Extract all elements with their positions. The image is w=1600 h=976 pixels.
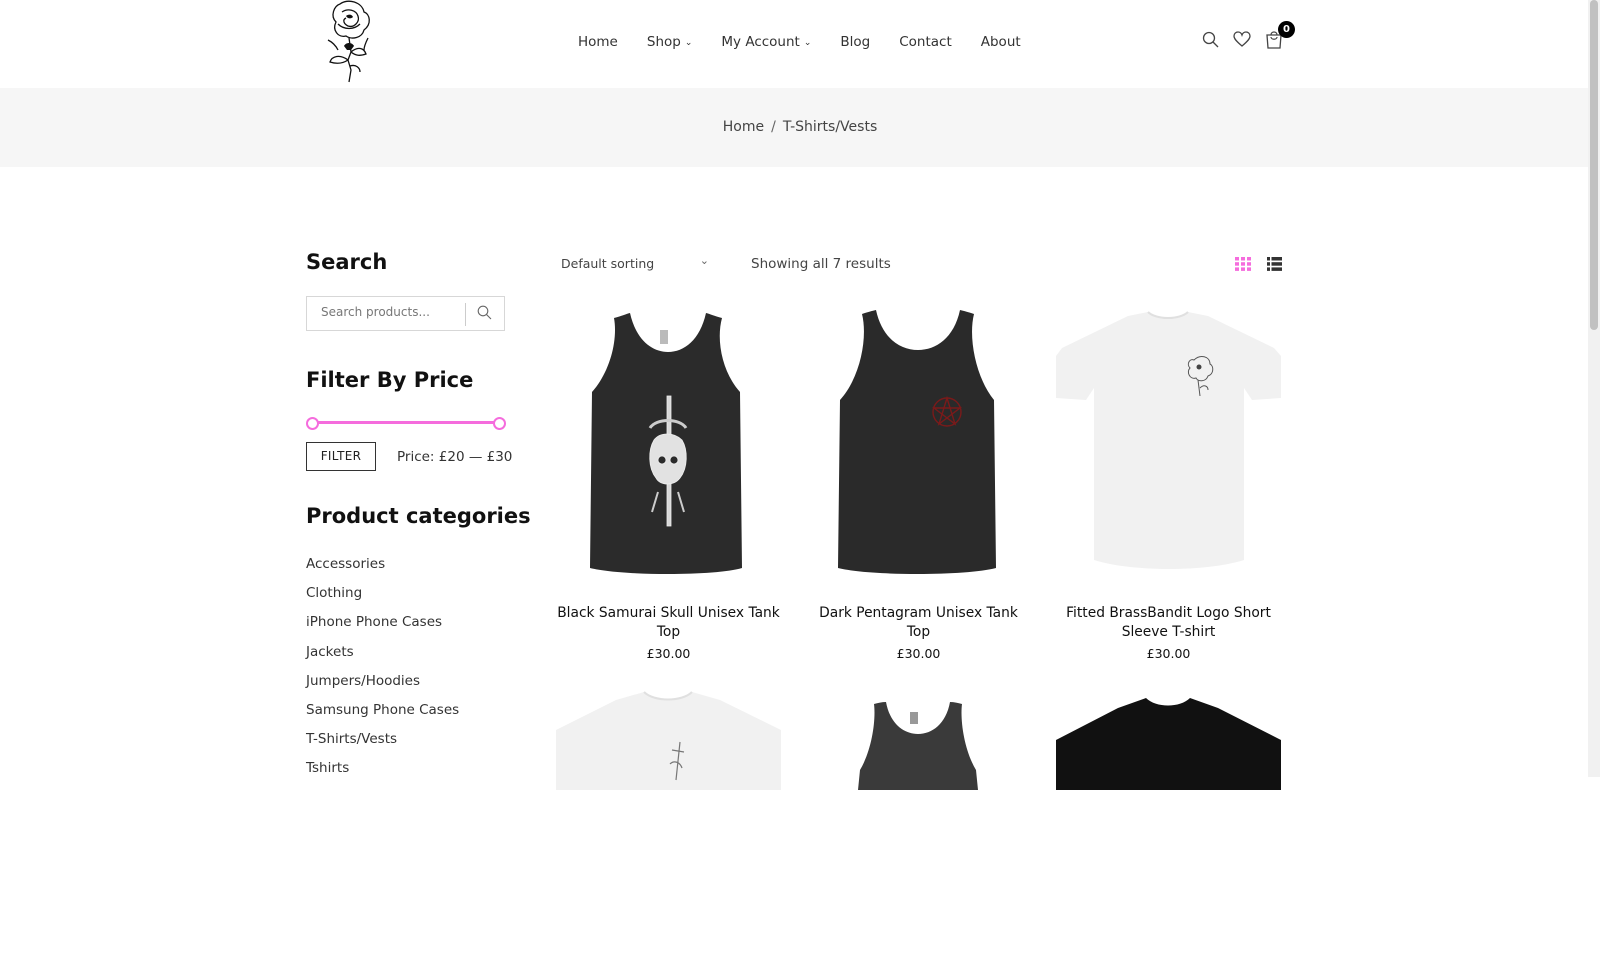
search-widget-title: Search — [306, 250, 388, 274]
product-image[interactable] — [556, 690, 781, 972]
category-link[interactable]: Accessories — [306, 556, 459, 585]
nav-about[interactable]: About — [981, 34, 1021, 50]
nav-blog-label: Blog — [840, 34, 871, 50]
nav-contact-label: Contact — [899, 34, 952, 50]
category-link[interactable]: iPhone Phone Cases — [306, 614, 459, 643]
breadcrumb-band: Home / T-Shirts/Vests — [0, 88, 1600, 167]
main-nav: Home Shop ⌄ My Account ⌄ Blog Contact Abou… — [578, 34, 1050, 50]
wishlist-heart-icon[interactable] — [1233, 31, 1251, 48]
breadcrumb-separator: / — [771, 119, 776, 135]
cart-count-badge: 0 — [1278, 21, 1295, 38]
breadcrumb-home-link[interactable]: Home — [723, 119, 764, 135]
site-logo[interactable] — [318, 0, 380, 84]
product-image[interactable] — [806, 690, 1031, 972]
chevron-down-icon: ⌄ — [699, 254, 709, 267]
breadcrumb: Home / T-Shirts/Vests — [0, 119, 1600, 135]
product-image[interactable] — [1056, 300, 1281, 582]
product-card[interactable]: Black Samurai Skull Unisex Tank Top £30.… — [556, 300, 781, 661]
sort-dropdown[interactable]: Default sorting ⌄ — [561, 254, 709, 271]
price-range-label: Price: £20 — £30 — [397, 449, 513, 465]
nav-shop[interactable]: Shop ⌄ — [647, 34, 693, 50]
search-divider — [465, 303, 466, 326]
product-name[interactable]: Black Samurai Skull Unisex Tank Top — [556, 604, 781, 642]
filter-button[interactable]: FILTER — [306, 442, 376, 471]
search-icon[interactable] — [477, 305, 492, 324]
product-price: £30.00 — [646, 646, 691, 661]
grid-view-icon[interactable] — [1235, 256, 1251, 275]
sidebar: Search Filter By Price FILTER Price: £20… — [306, 250, 531, 776]
nav-about-label: About — [980, 34, 1021, 50]
sort-dropdown-value: Default sorting — [561, 256, 655, 271]
shop-toolbar: Default sorting ⌄ Showing all 7 results — [561, 254, 1282, 276]
price-range-slider[interactable] — [306, 417, 506, 430]
price-slider-min-handle[interactable] — [306, 417, 319, 430]
product-categories-title: Product categories — [306, 504, 531, 528]
category-link[interactable]: Jackets — [306, 644, 459, 673]
site-header: Home Shop ⌄ My Account ⌄ Blog Contact Abou… — [0, 0, 1600, 88]
product-image[interactable] — [556, 300, 781, 582]
product-name[interactable]: Dark Pentagram Unisex Tank Top — [806, 604, 1031, 642]
search-icon[interactable] — [1202, 31, 1219, 48]
category-link[interactable]: Jumpers/Hoodies — [306, 673, 459, 702]
product-image[interactable] — [806, 300, 1031, 582]
price-filter-title: Filter By Price — [306, 368, 474, 392]
product-price: £30.00 — [1146, 646, 1191, 661]
nav-my-account[interactable]: My Account ⌄ — [721, 34, 811, 50]
nav-home-label: Home — [578, 34, 618, 50]
category-list: Accessories Clothing iPhone Phone Cases … — [306, 556, 459, 790]
nav-my-account-label: My Account — [721, 34, 800, 50]
header-icons: 0 — [1202, 21, 1295, 49]
chevron-down-icon: ⌄ — [803, 38, 812, 48]
nav-blog[interactable]: Blog — [840, 34, 870, 50]
nav-contact[interactable]: Contact — [899, 34, 952, 50]
cart-button[interactable]: 0 — [1265, 21, 1295, 49]
chevron-down-icon: ⌄ — [684, 38, 693, 48]
list-view-icon[interactable] — [1267, 256, 1282, 275]
product-card[interactable] — [1056, 690, 1281, 972]
product-card[interactable] — [806, 690, 1031, 972]
product-price: £30.00 — [896, 646, 941, 661]
price-slider-track — [311, 421, 501, 424]
breadcrumb-current: T-Shirts/Vests — [782, 119, 878, 135]
product-search-box — [306, 296, 505, 331]
product-card[interactable] — [556, 690, 781, 972]
category-link[interactable]: T-Shirts/Vests — [306, 731, 459, 760]
category-link[interactable]: Tshirts — [306, 760, 459, 789]
page-scrollbar[interactable] — [1588, 0, 1600, 777]
product-card[interactable]: Dark Pentagram Unisex Tank Top £30.00 — [806, 300, 1031, 661]
scrollbar-thumb[interactable] — [1590, 0, 1598, 330]
category-link[interactable]: Clothing — [306, 585, 459, 614]
product-image[interactable] — [1056, 690, 1281, 972]
result-count: Showing all 7 results — [751, 256, 891, 272]
search-input[interactable] — [321, 305, 461, 319]
nav-shop-label: Shop — [646, 34, 681, 50]
price-slider-max-handle[interactable] — [493, 417, 506, 430]
product-card[interactable]: Fitted BrassBandit Logo Short Sleeve T-s… — [1056, 300, 1281, 661]
product-name[interactable]: Fitted BrassBandit Logo Short Sleeve T-s… — [1056, 604, 1281, 642]
nav-home[interactable]: Home — [578, 34, 618, 50]
category-link[interactable]: Samsung Phone Cases — [306, 702, 459, 731]
